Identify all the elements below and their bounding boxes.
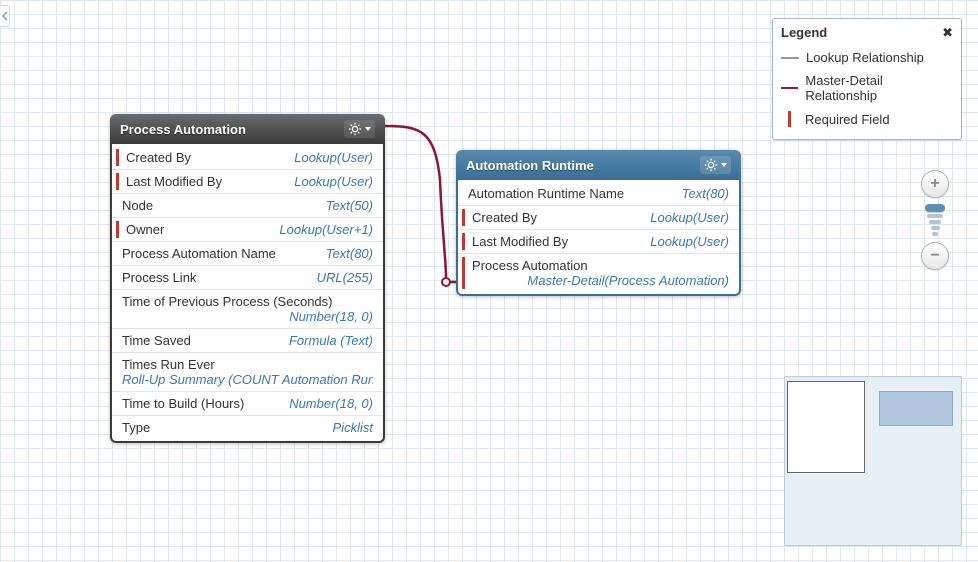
- field-row[interactable]: Automation Runtime Name Text(80): [458, 182, 739, 206]
- zoom-tick: [929, 220, 941, 224]
- gear-icon: [704, 158, 718, 172]
- field-type: Lookup(User): [294, 150, 373, 165]
- field-type: Lookup(User+1): [279, 222, 373, 237]
- legend-label: Master-Detail Relationship: [805, 73, 953, 103]
- field-label: Time to Build (Hours): [122, 396, 244, 411]
- zoom-control: + −: [920, 170, 950, 270]
- left-panel-expand-tab[interactable]: [0, 5, 10, 27]
- legend-item-lookup: Lookup Relationship: [781, 46, 953, 69]
- legend-title: Legend: [781, 25, 827, 40]
- field-row[interactable]: Time of Previous Process (Seconds) Numbe…: [112, 290, 383, 329]
- chevron-down-icon: [721, 163, 727, 167]
- zoom-tick: [932, 232, 938, 236]
- field-type: Text(80): [326, 246, 373, 261]
- field-label: Process Link: [122, 270, 196, 285]
- field-row[interactable]: Node Text(50): [112, 194, 383, 218]
- chevron-left-icon: [2, 11, 8, 21]
- node-settings-button[interactable]: [700, 156, 731, 174]
- zoom-slider[interactable]: [925, 202, 945, 238]
- legend-item-required: Required Field: [781, 107, 953, 131]
- field-type: Number(18, 0): [122, 309, 373, 324]
- field-label: Times Run Ever: [122, 357, 373, 372]
- minimap-viewport[interactable]: [787, 381, 865, 473]
- field-label: Process Automation Name: [122, 246, 276, 261]
- field-type: Picklist: [333, 420, 373, 435]
- legend-label: Lookup Relationship: [806, 50, 924, 65]
- field-row[interactable]: Last Modified By Lookup(User): [112, 170, 383, 194]
- zoom-tick: [927, 214, 943, 218]
- field-type: URL(255): [317, 270, 373, 285]
- zoom-out-button[interactable]: −: [921, 242, 949, 270]
- field-type: Lookup(User): [294, 174, 373, 189]
- zoom-slider-handle[interactable]: [925, 204, 945, 212]
- plus-icon: +: [930, 175, 939, 193]
- node-title: Automation Runtime: [466, 158, 594, 173]
- field-label: Owner: [126, 222, 164, 237]
- zoom-tick: [931, 226, 940, 230]
- field-type: Lookup(User): [650, 234, 729, 249]
- minus-icon: −: [930, 247, 939, 265]
- field-type: Lookup(User): [650, 210, 729, 225]
- field-row[interactable]: Times Run Ever Roll-Up Summary (COUNT Au…: [112, 353, 383, 392]
- field-type: Formula (Text): [289, 333, 373, 348]
- field-label: Time Saved: [122, 333, 191, 348]
- legend-label: Required Field: [805, 112, 890, 127]
- field-label: Process Automation: [472, 258, 729, 273]
- field-type: Text(80): [682, 186, 729, 201]
- node-header[interactable]: Automation Runtime: [456, 150, 741, 180]
- node-body: Automation Runtime Name Text(80) Created…: [456, 180, 741, 296]
- field-row[interactable]: Time Saved Formula (Text): [112, 329, 383, 353]
- field-row[interactable]: Owner Lookup(User+1): [112, 218, 383, 242]
- minimap-node: [879, 391, 953, 426]
- node-header[interactable]: Process Automation: [110, 114, 385, 144]
- gear-icon: [348, 122, 362, 136]
- zoom-in-button[interactable]: +: [921, 170, 949, 198]
- field-label: Type: [122, 420, 150, 435]
- chevron-down-icon: [365, 127, 371, 131]
- field-label: Last Modified By: [126, 174, 222, 189]
- object-node-automation-runtime[interactable]: Automation Runtime Automation Runtime Na…: [456, 150, 741, 296]
- node-title: Process Automation: [120, 122, 246, 137]
- field-type: Master-Detail(Process Automation): [468, 273, 729, 288]
- legend-panel: Legend ✖ Lookup Relationship Master-Deta…: [772, 18, 962, 140]
- field-type: Roll-Up Summary (COUNT Automation Runtim…: [122, 372, 373, 387]
- lookup-line-icon: [781, 57, 799, 59]
- field-label: Created By: [126, 150, 191, 165]
- master-detail-line-icon: [781, 87, 798, 89]
- object-node-process-automation[interactable]: Process Automation Created By Lookup(Use…: [110, 114, 385, 443]
- field-type: Number(18, 0): [289, 396, 373, 411]
- node-settings-button[interactable]: [344, 120, 375, 138]
- required-marker-icon: [788, 111, 791, 127]
- node-body: Created By Lookup(User) Last Modified By…: [110, 144, 385, 443]
- field-label: Automation Runtime Name: [468, 186, 624, 201]
- legend-close-button[interactable]: ✖: [942, 26, 953, 39]
- minimap[interactable]: [784, 376, 962, 546]
- field-row[interactable]: Last Modified By Lookup(User): [458, 230, 739, 254]
- field-type: Text(50): [326, 198, 373, 213]
- field-row[interactable]: Process Automation Name Text(80): [112, 242, 383, 266]
- field-row[interactable]: Time to Build (Hours) Number(18, 0): [112, 392, 383, 416]
- field-row[interactable]: Type Picklist: [112, 416, 383, 439]
- field-label: Node: [122, 198, 153, 213]
- field-row[interactable]: Created By Lookup(User): [458, 206, 739, 230]
- field-row[interactable]: Process Link URL(255): [112, 266, 383, 290]
- field-label: Created By: [472, 210, 537, 225]
- field-row[interactable]: Created By Lookup(User): [112, 146, 383, 170]
- legend-item-master-detail: Master-Detail Relationship: [781, 69, 953, 107]
- field-row[interactable]: Process Automation Master-Detail(Process…: [458, 254, 739, 292]
- field-label: Time of Previous Process (Seconds): [122, 294, 373, 309]
- field-label: Last Modified By: [472, 234, 568, 249]
